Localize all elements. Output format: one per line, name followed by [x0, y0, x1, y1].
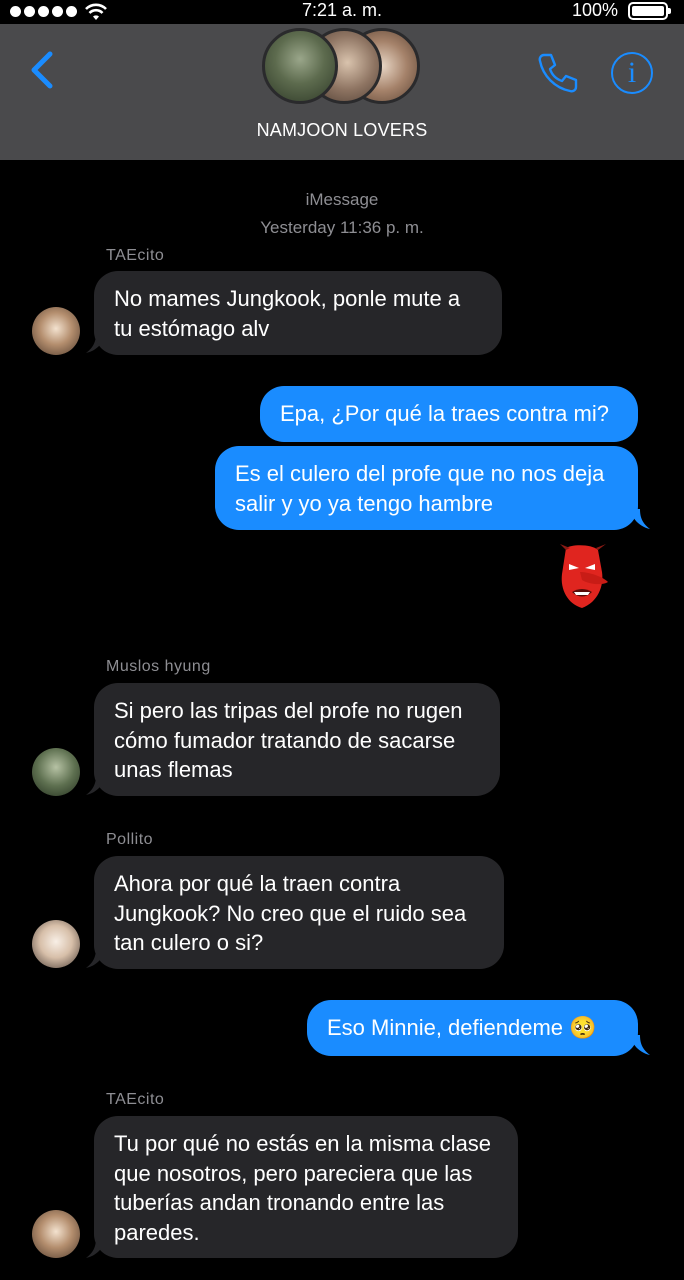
- member-avatar: [262, 28, 338, 104]
- phone-icon[interactable]: [535, 50, 581, 96]
- conversation-timestamp: Yesterday 11:36 p. m.: [260, 218, 424, 237]
- message-bubble-incoming[interactable]: Si pero las tripas del profe no rugen có…: [94, 683, 500, 796]
- message-bubble-outgoing[interactable]: Es el culero del profe que no nos deja s…: [215, 446, 638, 530]
- sender-avatar: [32, 920, 80, 968]
- info-icon[interactable]: i: [611, 52, 653, 94]
- group-avatars[interactable]: [262, 28, 422, 108]
- sender-avatar: [32, 307, 80, 355]
- message-bubble-incoming[interactable]: Ahora por qué la traen contra Jungkook? …: [94, 856, 504, 969]
- group-name[interactable]: NAMJOON LOVERS: [0, 120, 684, 141]
- message-bubble-outgoing[interactable]: Eso Minnie, defiendeme 🥺: [307, 1000, 638, 1056]
- sender-name: Pollito: [106, 831, 154, 848]
- sender-avatar: [32, 748, 80, 796]
- back-chevron-icon[interactable]: [22, 46, 62, 94]
- sender-avatar: [32, 1210, 80, 1258]
- service-label: iMessage: [305, 190, 379, 209]
- message-bubble-incoming[interactable]: No mames Jungkook, ponle mute a tu estóm…: [94, 271, 502, 355]
- battery-icon: [628, 2, 671, 20]
- conversation-header: NAMJOON LOVERS i: [0, 24, 684, 160]
- message-bubble-incoming[interactable]: Tu por qué no estás en la misma clase qu…: [94, 1116, 518, 1258]
- status-bar: 7:21 a. m. 100%: [0, 0, 684, 24]
- message-bubble-outgoing[interactable]: Epa, ¿Por qué la traes contra mi?: [260, 386, 638, 442]
- sender-name: TAEcito: [106, 1091, 165, 1108]
- sender-name: TAEcito: [106, 247, 165, 264]
- sender-name: Muslos hyung: [106, 658, 211, 675]
- battery-percentage: 100%: [571, 0, 618, 20]
- red-mask-emoji-icon[interactable]: [552, 542, 612, 612]
